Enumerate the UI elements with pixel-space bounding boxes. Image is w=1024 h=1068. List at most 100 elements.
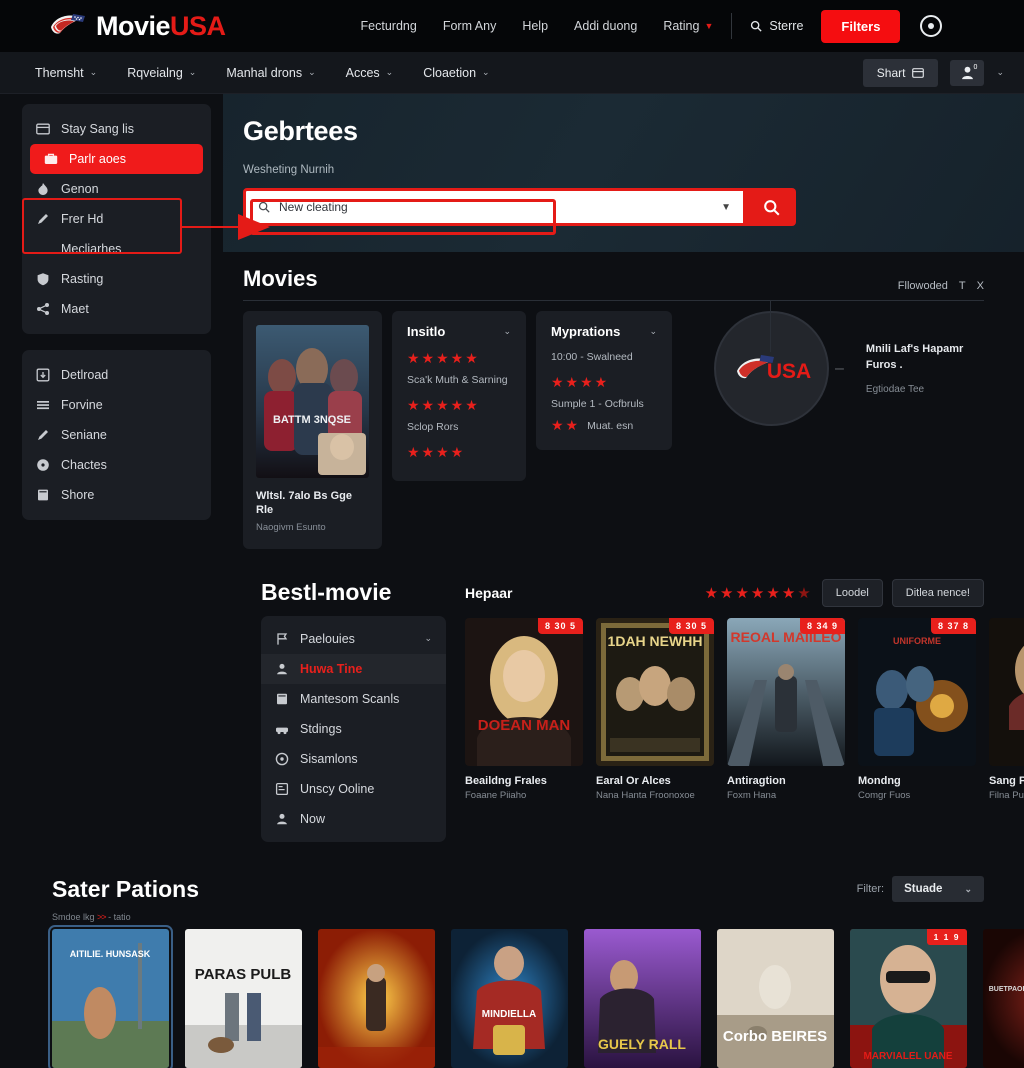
subnav-item-3[interactable]: Acces ⌄ xyxy=(346,66,394,80)
subnav-item-0[interactable]: Themsht ⌄ xyxy=(35,66,97,80)
sater-card-0[interactable]: AITILIE. HUNSASK xyxy=(48,924,173,1068)
sidebar2-item-0[interactable]: Detlroad xyxy=(22,360,211,390)
nav-item-3[interactable]: Addi duong xyxy=(574,19,637,33)
best-badge-3: 8 37 8 xyxy=(930,617,976,634)
nav-label: Form Any xyxy=(442,19,497,33)
page-title: Gebrtees xyxy=(243,116,358,146)
sidebar-item-5[interactable]: Rasting xyxy=(22,264,211,294)
brand-logo[interactable]: MovieUSA xyxy=(48,11,226,42)
sidebar-item-1-active[interactable]: Parlr aoes xyxy=(30,144,203,174)
subnav-item-4[interactable]: Cloaetion ⌄ xyxy=(423,66,489,80)
subnav-item-1[interactable]: Rqveialng ⌄ xyxy=(127,66,196,80)
clock-icon xyxy=(37,459,49,471)
chevron-down-icon[interactable]: ⌄ xyxy=(996,67,1004,78)
primary-nav: Fecturdng Form Any Help Addi duong Ratin… xyxy=(361,19,714,33)
best-nav-item-1-active[interactable]: Huwa Tine xyxy=(261,653,446,684)
feature-poster: BATTM 3NQSE xyxy=(256,325,369,478)
chevron-down-icon: ⌄ xyxy=(482,67,490,77)
best-card-4[interactable]: AWVTER 8 29 5 Sang Perits Filna Puyc Ras… xyxy=(989,617,1024,801)
load-button[interactable]: Loodel xyxy=(821,578,883,607)
best-nav-item-6[interactable]: Now xyxy=(261,804,446,834)
sidebar-item-label: Maet xyxy=(61,302,89,316)
flag-swoosh-icon: USA xyxy=(736,354,811,383)
nav-item-1[interactable]: Form Any xyxy=(443,19,497,33)
search-submit-button[interactable] xyxy=(746,188,796,226)
nav-item-2[interactable]: Help xyxy=(522,19,548,33)
sidebar-item-label: Genon xyxy=(61,182,99,196)
best-card-1[interactable]: 1DAH NEWHH 8 30 5 Earal Or Alces Nana Ha… xyxy=(596,617,714,801)
rating-panel-a: Insitlo ⌄ ★★★★★ Sca'k Muth & Sarning ★★★… xyxy=(392,311,526,481)
account-avatar-button[interactable]: 0 xyxy=(950,59,985,86)
sater-card-2[interactable] xyxy=(318,928,435,1068)
best-nav-item-0[interactable]: Paelouies ⌄ xyxy=(261,624,446,654)
start-button[interactable]: Shart xyxy=(862,58,939,87)
sidebar2-item-4[interactable]: Shore xyxy=(22,480,211,510)
text-tool-icon[interactable]: T xyxy=(959,280,966,292)
svg-text:1DAH NEWHH: 1DAH NEWHH xyxy=(608,633,703,649)
filter-select[interactable]: Stuade ⌄ xyxy=(892,876,984,903)
best-card-sub-3: Comgr Fuos xyxy=(858,789,911,801)
sidebar-item-label: Stay Sang lis xyxy=(61,122,134,136)
best-nav-item-3[interactable]: Stdings xyxy=(261,714,446,744)
sidebar2-item-3[interactable]: Chactes xyxy=(22,450,211,480)
chevron-down-icon[interactable]: ⌄ xyxy=(649,326,657,337)
sidebar-item-2[interactable]: Genon xyxy=(22,174,211,204)
book-icon xyxy=(277,693,287,704)
dates-button[interactable]: Ditlea nence! xyxy=(891,578,984,607)
sater-card-3[interactable]: MINDIELLA xyxy=(451,928,568,1068)
panel-b-stars-2: ★★ xyxy=(551,417,581,433)
sater-sub-pre: Smdoe lkg xyxy=(52,911,95,922)
search-box[interactable]: ▼ xyxy=(243,188,746,226)
subnav-label: Manhal drons xyxy=(226,65,303,80)
sater-card-1[interactable]: PARAS PULB xyxy=(185,928,302,1068)
best-nav-label: Stdings xyxy=(300,721,342,736)
best-nav-item-5[interactable]: Unscy Ooline xyxy=(261,774,446,804)
best-nav-label: Unscy Ooline xyxy=(300,781,375,796)
filters-button[interactable]: Filters xyxy=(821,9,901,43)
pen-icon xyxy=(38,430,48,440)
sater-card-7[interactable]: BUETPAOIAS HIONIE CAMTISL 1 1 5 xyxy=(983,928,1024,1068)
best-nav-item-2[interactable]: Mantesom Scanls xyxy=(261,684,446,714)
sater-card-5[interactable]: Corbo BEIRES xyxy=(717,928,834,1068)
nav-label: Help xyxy=(522,19,549,33)
chevron-down-icon[interactable]: ▼ xyxy=(721,202,731,213)
list-icon xyxy=(37,401,49,410)
panel-a-header[interactable]: Insitlo ⌄ xyxy=(407,324,511,339)
sater-badge-6: 1 1 9 xyxy=(926,928,967,945)
chevron-down-icon[interactable]: ⌄ xyxy=(424,633,432,644)
store-search-link[interactable]: Sterre xyxy=(750,19,803,33)
best-card-2[interactable]: REOAL MAIILEO 8 34 9 Antiragtion Foxm Ha… xyxy=(727,617,845,801)
feature-movie-card[interactable]: BATTM 3NQSE Wltsl. 7alo Bs Gge Rle Naogi… xyxy=(243,311,382,549)
sidebar-item-6[interactable]: Maet xyxy=(22,294,211,324)
sidebar2-item-2[interactable]: Seniane xyxy=(22,420,211,450)
secondary-nav-bar: Themsht ⌄ Rqveialng ⌄ Manhal drons ⌄ Acces ⌄… xyxy=(0,52,1024,94)
sidebar2-item-1[interactable]: Forvine xyxy=(22,390,211,420)
nav-item-0[interactable]: Fecturdng xyxy=(361,19,417,33)
record-circle-icon[interactable] xyxy=(920,15,943,37)
close-icon[interactable]: X xyxy=(977,280,984,292)
svg-text:USA: USA xyxy=(766,360,810,383)
sater-poster-1: PARAS PULB xyxy=(185,928,302,1068)
shield-icon xyxy=(37,273,49,286)
car-icon xyxy=(276,727,288,734)
best-card-0[interactable]: DOEAN MAN 8 30 5 Beaildng Frales Foaane … xyxy=(465,617,583,801)
svg-text:MARVIALEL UANE: MARVIALEL UANE xyxy=(863,1051,952,1062)
panel-b-header[interactable]: Myprations ⌄ xyxy=(551,324,657,339)
chevron-down-icon[interactable]: ⌄ xyxy=(503,326,511,337)
filter-label: Filter: xyxy=(856,883,885,896)
subnav-item-2[interactable]: Manhal drons ⌄ xyxy=(226,66,315,80)
subnav-label: Rqveialng xyxy=(127,65,183,80)
download-icon xyxy=(36,368,50,382)
sater-card-4[interactable]: GUELY RALL xyxy=(584,928,701,1068)
nav-item-4[interactable]: Rating ▼ xyxy=(663,19,713,33)
best-nav-item-4[interactable]: Sisamlons xyxy=(261,744,446,774)
sater-card-6[interactable]: MARVIALEL UANE 1 1 9 xyxy=(850,928,967,1068)
notification-count: 0 xyxy=(973,63,978,71)
usa-badge-block: USA – Mnili Laf's Hapamr Furos . Egtioda… xyxy=(714,311,984,426)
best-card-3[interactable]: UNIFORME 8 37 8 Mondng Comgr Fuos xyxy=(858,617,976,801)
svg-text:BATTM 3NQSE: BATTM 3NQSE xyxy=(273,414,351,426)
sidebar-item-0[interactable]: Stay Sang lis xyxy=(22,114,211,144)
best-card-sub-4: Filna Puyc Rastato xyxy=(989,789,1024,801)
search-input[interactable] xyxy=(279,200,713,214)
movies-divider xyxy=(243,300,984,352)
